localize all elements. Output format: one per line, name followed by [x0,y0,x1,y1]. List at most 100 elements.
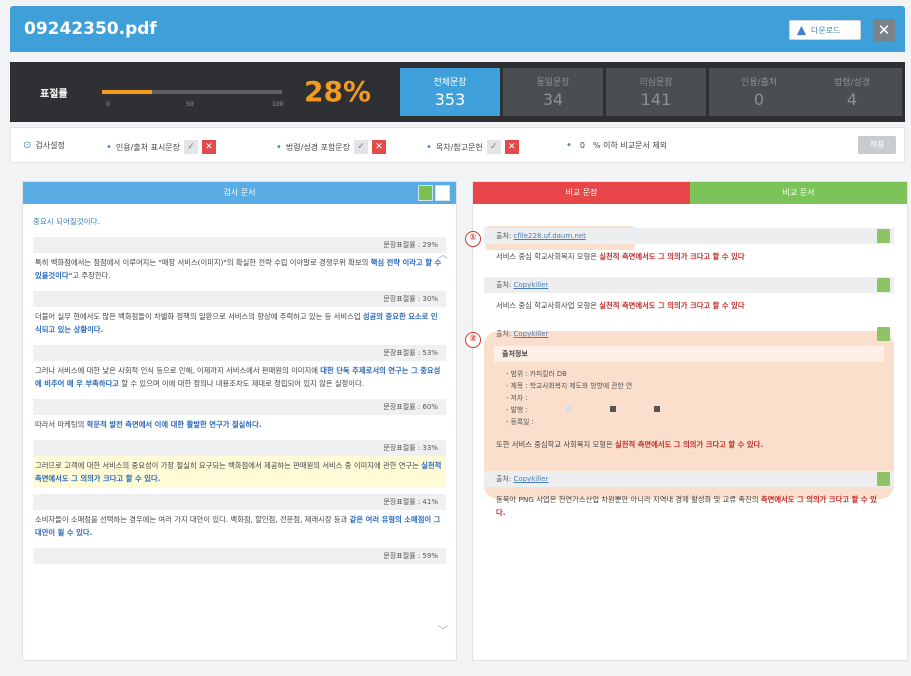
stat-value: 0 [753,90,765,109]
threshold-input[interactable]: 0 [576,141,589,150]
segment-text[interactable]: 소비자들이 소매점을 선택하는 경우에는 여러 가지 대안이 있다. 백화점, … [33,510,446,542]
segment-text[interactable]: 그러나 서비스에 대한 낮은 사회적 인식 등으로 인해, 이제까지 서비스에서… [33,361,446,393]
download-label: 다운로드 [811,25,841,35]
tick-label: 50 [186,101,194,108]
stat-value: 34 [542,90,564,109]
stat-label: 인용/출처 [740,78,778,88]
inspected-document-panel: 검사 문서 중요시 되어질것이다. ︿ 문장표절률 : 29% 특히 백화점에서… [22,181,457,661]
scroll-down-icon[interactable]: ﹀ [438,622,448,637]
quote-exclude-toggle[interactable]: ✕ [202,140,217,154]
source-link[interactable]: Copykiller [513,475,548,483]
redacted-mark [609,406,616,412]
settings-label: 검사설정 [35,141,65,150]
stat-value: 141 [640,90,672,109]
quote-check-toggle[interactable]: ✓ [184,140,199,154]
similarity-label: 표절률 [40,89,68,100]
source-info-list: - 범위 : 카피킬러 DB - 제목 : 학교사회복지 제도화 방향에 관한 … [506,368,894,428]
tab-compare-sentence[interactable]: 비교 문장 [473,182,690,204]
tick-label: 0 [106,101,110,108]
document-title: 09242350.pdf [24,19,157,39]
source-info-line: - 저자 : [506,394,528,402]
segment-text-selected[interactable]: 그러므로 고객에 대한 서비스의 중요성이 가장 절실히 요구되는 백화점에서 … [33,456,446,488]
quote-option: • 인용/출처 표시문장 ✓ ✕ [106,140,217,154]
bullet-icon: • [276,141,282,153]
intro-text: 중요시 되어질것이다. [33,217,100,226]
source-link[interactable]: Copykiller [513,281,548,289]
segment-text[interactable]: 더불어 실무 현에서도 많은 백화점들이 차별화 정책의 일환으로 서비스의 향… [33,307,446,339]
source-row[interactable]: 출처: cfile228.uf.daum.net [484,228,894,244]
tab-compare-document[interactable]: 비교 문서 [690,182,907,204]
toc-label: 목차/참고문헌 [435,142,483,152]
similarity-progress-bar [102,90,282,94]
segment-score: 문장표절률 : 41% [33,494,446,510]
source-row[interactable]: 출처: Copykiller [484,326,894,342]
source-info-line: - 범위 : 카피킬러 DB [506,370,567,378]
segment-score: 문장표절률 : 60% [33,399,446,415]
full-view-icon[interactable] [435,185,450,201]
segment-text[interactable]: 따라서 마케팅의 학문적 발전 측면에서 이에 대한 활발한 연구가 절실하다. [33,415,446,434]
inspected-document-header: 검사 문서 [23,182,456,204]
similarity-value: 28% [304,75,372,108]
segment-score: 문장표절률 : 30% [33,291,446,307]
bullet-icon: • [106,141,112,153]
stat-identical-sentences[interactable]: 동일문장 34 [503,68,603,116]
apply-button[interactable]: 적용 [858,136,896,154]
segment-score: 문장표절률 : 29% [33,237,446,253]
scroll-up-icon[interactable]: ︿ [438,246,448,261]
source-text: 서비스 중심 학교사회사업 모형은 실천적 측면에서도 그 의의가 크다고 할 … [496,301,745,310]
stat-label: 의심문장 [639,78,673,88]
annotation-badge-1: ① [465,231,481,247]
document-icon[interactable] [877,327,890,341]
stats-bar: 표절률 0 50 100 28% 전체문장 353 동일문장 34 의심문장 1… [10,62,905,122]
source-info-line: - 등록일 : [506,418,534,426]
stat-label: 전체문장 [433,78,467,88]
close-button[interactable]: ✕ [873,19,895,41]
toc-exclude-toggle[interactable]: ✕ [504,140,519,154]
segment-score: 문장표절률 : 59% [33,548,446,564]
settings-radio-icon: ⊙ [23,140,32,151]
law-label: 법령/성경 포함문장 [285,142,351,152]
stat-law-bible[interactable]: 법령/성경 4 [802,68,902,116]
comparison-tabs: 비교 문장 비교 문서 [473,182,907,204]
stat-value: 4 [846,90,858,109]
redacted-mark [565,406,572,412]
segment-text[interactable]: 특히 백화점에서는 점점에서 이루어지는 "매장 서비스(이미지)"의 확실한 … [33,253,446,285]
source-info-line: - 제목 : 학교사회복지 제도화 방향에 관한 연 [506,382,633,390]
redacted-mark [653,406,660,412]
document-icon[interactable] [877,229,890,243]
source-text: 서비스 중심 학교사회복지 모형은 실천적 측면에서도 그 의의가 크다고 할 … [496,252,745,261]
source-text: 또한 서비스 중심학교 사회복지 모형은 실천적 측면에서도 그 의의가 크다고… [496,440,764,449]
settings-option[interactable]: ⊙ 검사설정 [23,140,65,151]
source-row[interactable]: 출처: Copykiller [484,471,894,487]
law-option: • 법령/성경 포함문장 ✓ ✕ [276,140,387,154]
document-icon[interactable] [877,472,890,486]
stat-citation[interactable]: 인용/출처 0 [709,68,809,116]
stat-total-sentences[interactable]: 전체문장 353 [400,68,500,116]
similarity-progress-fill [102,90,153,94]
list-view-icon[interactable] [418,185,433,201]
bullet-icon: • [566,140,572,151]
download-icon [796,25,807,35]
toc-option: • 목차/참고문헌 ✓ ✕ [426,140,519,154]
sources-list: 출처: cfile228.uf.daum.net 서비스 중심 학교사회복지 모… [484,228,894,533]
source-link[interactable]: Copykiller [513,330,548,338]
source-row[interactable]: 출처: Copykiller [484,277,894,293]
view-toggle [418,185,450,201]
stat-label: 동일문장 [536,78,570,88]
source-link[interactable]: cfile228.uf.daum.net [513,232,585,240]
quote-label: 인용/출처 표시문장 [115,142,181,152]
document-icon[interactable] [877,278,890,292]
options-bar: ⊙ 검사설정 • 인용/출처 표시문장 ✓ ✕ • 법령/성경 포함문장 ✓ ✕… [10,127,905,163]
toc-check-toggle[interactable]: ✓ [486,140,501,154]
stat-suspect-sentences[interactable]: 의심문장 141 [606,68,706,116]
source-info-line: - 발행 : [506,404,894,416]
inspected-document-body: 중요시 되어질것이다. ︿ 문장표절률 : 29% 특히 백화점에서는 점점에서… [23,204,456,637]
source-info-title: 출처정보 [494,346,884,362]
stat-label: 법령/성경 [833,78,871,88]
law-exclude-toggle[interactable]: ✕ [372,140,387,154]
bullet-icon: • [426,141,432,153]
stat-value: 353 [434,90,466,109]
source-text: 동북아 PNG 사업은 천연가스산업 차원뿐만 아니라 지역내 경제 활성화 및… [496,495,877,517]
download-button[interactable]: 다운로드 [789,20,861,40]
law-check-toggle[interactable]: ✓ [354,140,369,154]
